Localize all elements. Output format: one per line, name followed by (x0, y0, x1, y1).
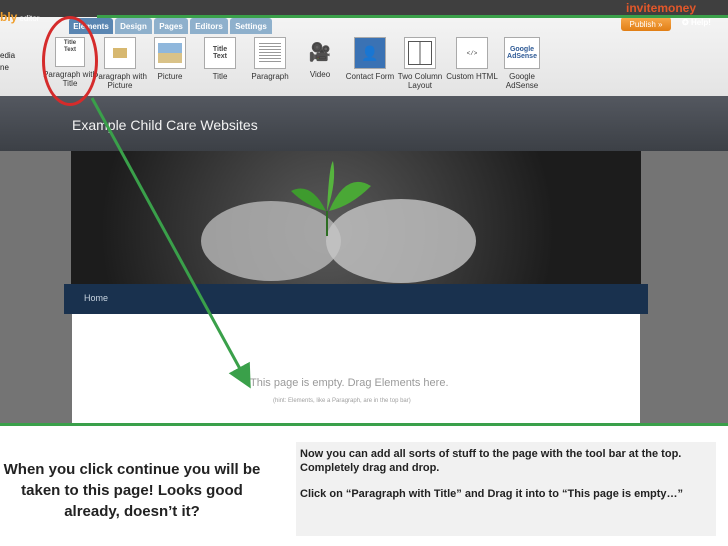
left-caption: When you click continue you will be take… (3, 461, 261, 520)
instruction-text: Now you can add all sorts of stuff to th… (300, 447, 716, 513)
instruction-paragraph-2: Click on “Paragraph with Title” and Drag… (300, 488, 684, 500)
instruction-paragraph-1: Now you can add all sorts of stuff to th… (300, 448, 682, 474)
